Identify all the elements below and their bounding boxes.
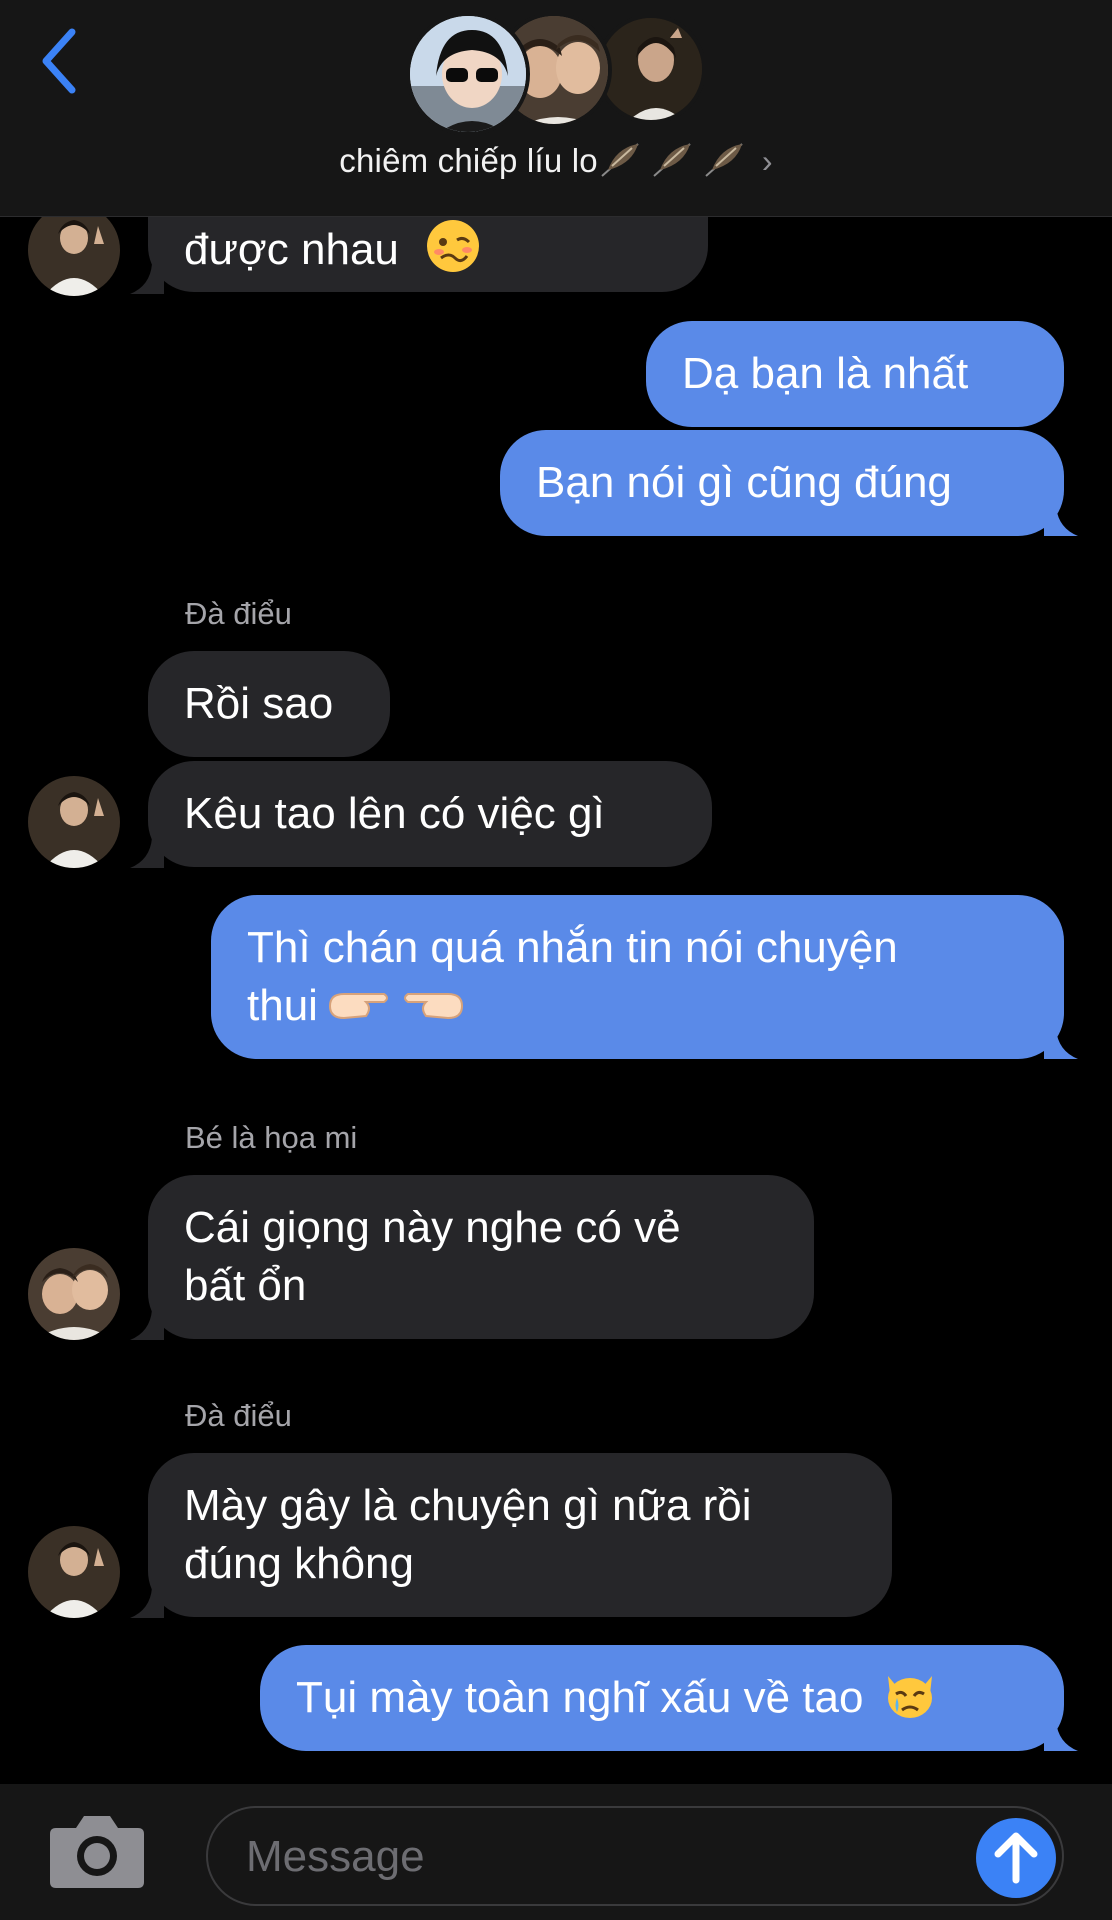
message-bubble-incoming[interactable]: Mày gây là chuyện gì nữa rồi đúng không <box>148 1453 892 1617</box>
message-bubble-incoming[interactable]: Rồi sao <box>148 651 390 757</box>
sender-name: Bé là họa mi <box>185 1120 358 1155</box>
message-line: thui <box>247 977 1028 1035</box>
conversation-title[interactable]: chiêm chiếp líu lo › <box>0 140 1112 180</box>
bubble-tail <box>130 838 164 868</box>
crying-cat-face-icon <box>887 1676 932 1718</box>
message-bubble-incoming[interactable]: Kêu tao lên có việc gì <box>148 761 712 867</box>
message-bubble-incoming[interactable]: Cái giọng này nghe có vẻ bất ổn <box>148 1175 814 1339</box>
bubble-tail <box>1044 506 1078 536</box>
message-bubble-outgoing[interactable]: Thì chán quá nhắn tin nói chuyện thui <box>211 895 1064 1059</box>
message-text: được nhau <box>184 225 399 274</box>
bubble-tail <box>1044 1721 1078 1751</box>
message-line: Thì chán quá nhắn tin nói chuyện <box>247 923 898 972</box>
sender-avatar <box>28 204 120 296</box>
participant-avatar <box>596 14 706 124</box>
message-bubble-outgoing[interactable]: Dạ bạn là nhất <box>646 321 1064 427</box>
message-text: Kêu tao lên có việc gì <box>184 789 605 838</box>
sender-avatar <box>28 1248 120 1340</box>
bubble-tail <box>130 1588 164 1618</box>
sender-name: Đà điểu <box>185 1398 292 1433</box>
participant-avatar <box>406 12 530 136</box>
message-text: Bạn nói gì cũng đúng <box>536 458 952 507</box>
bubble-tail <box>130 264 164 294</box>
title-text: chiêm chiếp líu lo <box>339 142 598 179</box>
message-input-field[interactable] <box>206 1806 1064 1906</box>
message-line: đúng không <box>184 1539 414 1588</box>
message-input[interactable] <box>244 1822 948 1892</box>
message-bubble-outgoing[interactable]: Tụi mày toàn nghĩ xấu về tao <box>260 1645 1064 1751</box>
conversation-header: chiêm chiếp líu lo › <box>0 0 1112 217</box>
send-button[interactable] <box>976 1818 1056 1898</box>
woozy-face-icon <box>427 220 480 272</box>
message-line: Cái giọng này nghe có vẻ <box>184 1203 681 1252</box>
pointing-hands-icon <box>329 993 464 1020</box>
arrow-up-icon <box>994 1832 1038 1884</box>
sender-avatar <box>28 776 120 868</box>
camera-icon[interactable] <box>48 1814 146 1890</box>
message-line: bất ổn <box>184 1261 307 1310</box>
message-thread[interactable]: được nhau Dạ bạn là nhất Bạn nói gì cũng… <box>0 0 1112 1780</box>
chevron-right-icon: › <box>761 143 773 179</box>
feather-icon <box>601 143 639 177</box>
sender-avatar <box>28 1526 120 1618</box>
feather-icon <box>705 143 743 177</box>
message-line: Mày gây là chuyện gì nữa rồi <box>184 1481 752 1530</box>
message-text: Tụi mày toàn nghĩ xấu về tao <box>296 1673 864 1722</box>
message-text: Rồi sao <box>184 679 334 728</box>
message-bubble-outgoing[interactable]: Bạn nói gì cũng đúng <box>500 430 1064 536</box>
bubble-tail <box>130 1310 164 1340</box>
group-avatars[interactable] <box>406 12 706 136</box>
feather-icon <box>653 143 691 177</box>
message-composer <box>0 1784 1112 1920</box>
bubble-tail <box>1044 1029 1078 1059</box>
back-chevron-icon[interactable] <box>36 26 80 96</box>
message-text: Dạ bạn là nhất <box>682 349 969 398</box>
sender-name: Đà điểu <box>185 596 292 631</box>
